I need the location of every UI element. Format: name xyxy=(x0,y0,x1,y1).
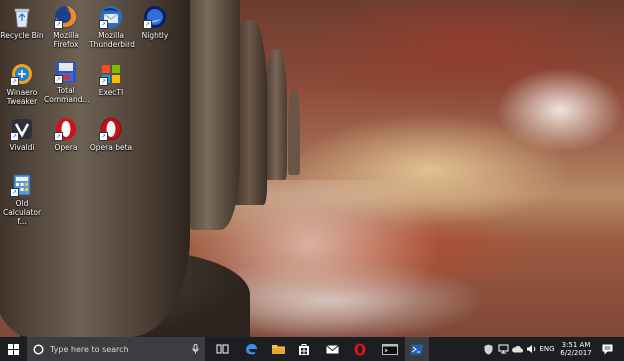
start-button[interactable] xyxy=(0,337,27,361)
cortana-icon xyxy=(33,343,44,355)
powershell-icon xyxy=(410,344,424,354)
tray-onedrive[interactable] xyxy=(510,337,524,361)
volume-icon xyxy=(526,345,535,353)
taskbar-mail[interactable] xyxy=(320,337,344,361)
nightly-icon: ↗ xyxy=(143,5,167,29)
desktop-icon-nightly[interactable]: ↗ Nightly xyxy=(133,5,177,40)
desktop-icon-recycle-bin[interactable]: Recycle Bin xyxy=(0,5,44,40)
desktop-icon-label: Mozilla Thunderbird xyxy=(89,31,135,49)
edge-icon xyxy=(245,343,257,354)
calculator-icon: ↗ xyxy=(10,173,34,197)
desktop-icon-winaero-tweaker[interactable]: ↗ Winaero Tweaker xyxy=(0,62,44,106)
opera-icon: ↗ xyxy=(54,117,78,141)
desktop-icon-label: Opera beta xyxy=(89,143,133,152)
desktop-icon-old-calculator[interactable]: ↗ Old Calculator f... xyxy=(0,173,44,226)
taskbar-edge[interactable] xyxy=(239,337,263,361)
desktop-icon-label: Total Command... xyxy=(44,86,90,104)
recycle-bin-icon xyxy=(10,5,34,29)
tray-clock[interactable]: 3:51 AM 6/2/2017 xyxy=(557,337,595,361)
desktop-icon-label: Old Calculator f... xyxy=(2,199,42,226)
taskbar-opera[interactable] xyxy=(348,337,372,361)
terminal-icon xyxy=(382,343,398,355)
clock-date: 6/2/2017 xyxy=(560,349,592,357)
taskbar-file-explorer[interactable] xyxy=(266,337,290,361)
firefox-icon: ↗ xyxy=(54,5,78,29)
taskbar-powershell[interactable] xyxy=(405,337,429,361)
desktop-icon-vivaldi[interactable]: ↗ Vivaldi xyxy=(0,117,44,152)
total-commander-icon: ↗ xyxy=(54,60,78,84)
desktop-icon-execti[interactable]: ↗ ExecTI xyxy=(89,62,133,97)
desktop-icon-label: Vivaldi xyxy=(9,143,35,152)
language-indicator: ENG xyxy=(539,345,555,353)
opera-icon xyxy=(354,343,366,355)
wallpaper-tree xyxy=(0,0,190,337)
search-placeholder: Type here to search xyxy=(50,344,129,354)
winaero-tweaker-icon: ↗ xyxy=(10,62,34,86)
clock-time: 3:51 AM xyxy=(561,341,591,349)
task-view-icon xyxy=(216,344,228,354)
task-view-button[interactable] xyxy=(210,337,234,361)
tray-language[interactable]: ENG xyxy=(538,337,556,361)
desktop-icon-label: Winaero Tweaker xyxy=(6,88,38,106)
shield-icon xyxy=(484,344,492,354)
desktop-icon-label: Opera xyxy=(54,143,78,152)
wallpaper-tree xyxy=(288,90,300,175)
desktop-icon-label: Nightly xyxy=(141,31,169,40)
file-explorer-icon xyxy=(271,344,285,354)
taskbar-store[interactable] xyxy=(292,337,316,361)
microphone-icon[interactable] xyxy=(192,344,199,354)
tray-volume[interactable] xyxy=(524,337,538,361)
desktop-icon-opera-beta[interactable]: ↗ Opera beta xyxy=(89,117,133,152)
desktop-icon-label: Recycle Bin xyxy=(0,31,44,40)
tray-defender[interactable] xyxy=(481,337,495,361)
desktop-icon-thunderbird[interactable]: ↗ Mozilla Thunderbird xyxy=(89,5,135,49)
windows-icon xyxy=(8,343,19,355)
taskbar-terminal[interactable] xyxy=(375,337,405,361)
store-icon xyxy=(299,344,309,355)
opera-beta-icon: ↗ xyxy=(99,117,123,141)
notification-icon xyxy=(602,344,612,354)
desktop-icon-total-commander[interactable]: ↗ Total Command... xyxy=(44,60,90,104)
desktop-wallpaper xyxy=(0,0,624,337)
network-icon xyxy=(498,344,508,354)
vivaldi-icon: ↗ xyxy=(10,117,34,141)
action-center-button[interactable] xyxy=(598,337,616,361)
thunderbird-icon: ↗ xyxy=(99,5,123,29)
desktop-icon-label: ExecTI xyxy=(98,88,124,97)
search-box[interactable]: Type here to search xyxy=(27,337,205,361)
mail-icon xyxy=(325,344,339,353)
desktop-icon-opera[interactable]: ↗ Opera xyxy=(44,117,88,152)
desktop-icon-label: Mozilla Firefox xyxy=(53,31,79,49)
wallpaper-tree xyxy=(265,50,287,180)
desktop-icon-firefox[interactable]: ↗ Mozilla Firefox xyxy=(44,5,88,49)
taskbar: Type here to search ENG 3:51 AM 6/2/2017 xyxy=(0,337,624,361)
cloud-icon xyxy=(512,345,523,353)
tray-network[interactable] xyxy=(496,337,510,361)
execti-icon: ↗ xyxy=(99,62,123,86)
